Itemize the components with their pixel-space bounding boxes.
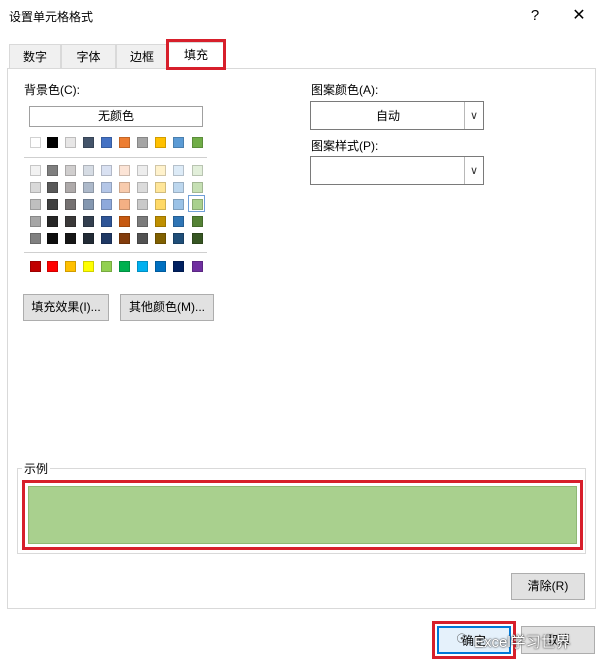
color-swatch[interactable]	[83, 199, 94, 210]
more-colors-button[interactable]: 其他颜色(M)...	[120, 294, 214, 321]
help-button[interactable]: ?	[522, 4, 548, 28]
standard-color-swatch[interactable]	[173, 261, 184, 272]
color-swatch[interactable]	[65, 233, 76, 244]
color-swatch[interactable]	[119, 216, 130, 227]
color-swatch[interactable]	[101, 233, 112, 244]
standard-color-swatch[interactable]	[47, 261, 58, 272]
no-color-button[interactable]: 无颜色	[29, 106, 203, 127]
standard-color-swatch[interactable]	[119, 261, 130, 272]
color-swatch[interactable]	[119, 165, 130, 176]
color-swatch[interactable]	[30, 233, 41, 244]
color-swatch[interactable]	[192, 182, 203, 193]
color-swatch[interactable]	[65, 165, 76, 176]
standard-color-swatch[interactable]	[192, 261, 203, 272]
standard-color-swatch[interactable]	[65, 261, 76, 272]
watermark: ☉ Excel学习世界	[444, 626, 594, 654]
color-swatch[interactable]	[47, 165, 58, 176]
color-swatch[interactable]	[30, 165, 41, 176]
pattern-style-label: 图案样式(P):	[311, 139, 379, 153]
chevron-down-icon[interactable]: ∨	[464, 102, 483, 129]
color-swatch[interactable]	[155, 137, 166, 148]
color-swatch[interactable]	[173, 137, 184, 148]
chevron-down-icon[interactable]: ∨	[464, 157, 483, 184]
dialog-title: 设置单元格格式	[9, 10, 94, 24]
clear-button[interactable]: 清除(R)	[511, 573, 585, 600]
tab-font[interactable]: 字体	[61, 44, 116, 68]
color-swatch[interactable]	[47, 216, 58, 227]
color-swatch[interactable]	[192, 165, 203, 176]
color-swatch[interactable]	[155, 199, 166, 210]
color-swatch[interactable]	[173, 233, 184, 244]
color-swatch[interactable]	[101, 216, 112, 227]
pattern-style-value	[311, 157, 465, 184]
color-swatch[interactable]	[173, 182, 184, 193]
color-swatch[interactable]	[101, 165, 112, 176]
tab-number[interactable]: 数字	[9, 44, 61, 68]
color-swatch[interactable]	[137, 137, 148, 148]
watermark-text: Excel学习世界	[474, 634, 571, 651]
pattern-color-dropdown[interactable]: 自动 ∨	[310, 101, 484, 130]
palette-divider	[24, 252, 207, 253]
color-swatch[interactable]	[155, 216, 166, 227]
color-swatch[interactable]	[65, 137, 76, 148]
sample-label: 示例	[22, 460, 51, 477]
standard-color-swatch[interactable]	[155, 261, 166, 272]
color-swatch[interactable]	[119, 137, 130, 148]
color-swatch[interactable]	[119, 182, 130, 193]
color-swatch[interactable]	[192, 216, 203, 227]
color-swatch[interactable]	[47, 233, 58, 244]
tab-fill-highlight	[166, 39, 226, 70]
color-swatch[interactable]	[30, 182, 41, 193]
color-swatch[interactable]	[137, 165, 148, 176]
color-swatch[interactable]	[83, 233, 94, 244]
color-swatch[interactable]	[101, 199, 112, 210]
color-swatch[interactable]	[83, 182, 94, 193]
color-swatch[interactable]	[65, 216, 76, 227]
pattern-color-value: 自动	[375, 109, 400, 123]
color-swatch[interactable]	[137, 216, 148, 227]
color-swatch[interactable]	[30, 137, 41, 148]
fill-effects-button[interactable]: 填充效果(I)...	[23, 294, 109, 321]
color-swatch[interactable]	[155, 182, 166, 193]
color-swatch[interactable]	[83, 216, 94, 227]
color-swatch[interactable]	[47, 199, 58, 210]
pattern-color-label: 图案颜色(A):	[311, 83, 379, 97]
standard-color-swatch[interactable]	[137, 261, 148, 272]
color-swatch[interactable]	[155, 233, 166, 244]
color-swatch[interactable]	[101, 182, 112, 193]
pattern-style-dropdown[interactable]: ∨	[310, 156, 484, 185]
color-swatch[interactable]	[65, 199, 76, 210]
background-color-label: 背景色(C):	[24, 83, 80, 97]
color-swatch[interactable]	[83, 165, 94, 176]
color-swatch[interactable]	[173, 165, 184, 176]
color-swatch[interactable]	[192, 137, 203, 148]
standard-color-swatch[interactable]	[83, 261, 94, 272]
color-swatch[interactable]	[137, 199, 148, 210]
color-swatch[interactable]	[192, 233, 203, 244]
color-swatch[interactable]	[65, 182, 76, 193]
standard-color-swatch[interactable]	[101, 261, 112, 272]
palette-divider	[24, 157, 207, 158]
color-swatch[interactable]	[155, 165, 166, 176]
sample-highlight	[22, 480, 583, 550]
color-swatch[interactable]	[137, 182, 148, 193]
color-swatch[interactable]	[119, 199, 130, 210]
color-swatch[interactable]	[137, 233, 148, 244]
close-button[interactable]: ✕	[566, 4, 592, 28]
color-swatch[interactable]	[119, 233, 130, 244]
standard-color-swatch[interactable]	[30, 261, 41, 272]
selected-swatch-frame	[188, 195, 205, 212]
color-swatch[interactable]	[173, 199, 184, 210]
wechat-icon: ☉	[456, 631, 468, 646]
color-swatch[interactable]	[30, 199, 41, 210]
color-swatch[interactable]	[47, 182, 58, 193]
tab-border[interactable]: 边框	[116, 44, 168, 68]
color-swatch[interactable]	[47, 137, 58, 148]
color-swatch[interactable]	[101, 137, 112, 148]
color-swatch[interactable]	[30, 216, 41, 227]
color-swatch[interactable]	[83, 137, 94, 148]
color-swatch[interactable]	[173, 216, 184, 227]
